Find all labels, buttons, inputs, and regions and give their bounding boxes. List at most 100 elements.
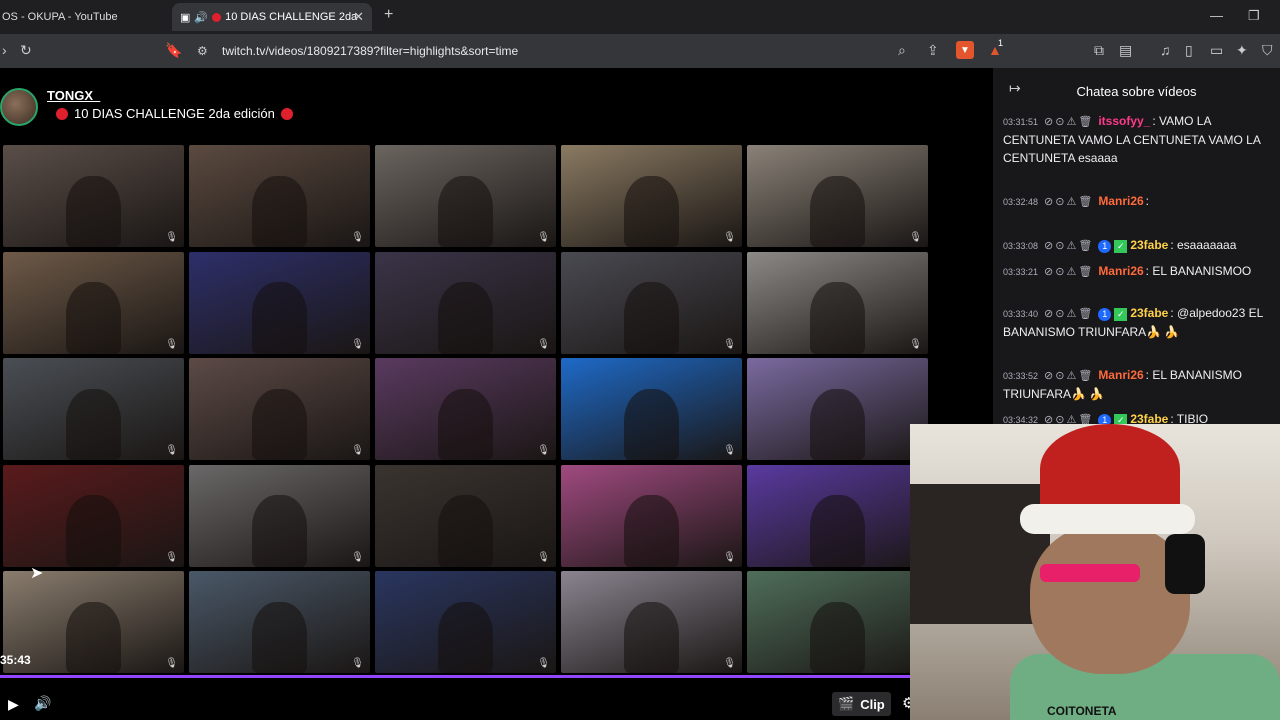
- stream-title-text: 10 DIAS CHALLENGE 2da edición: [74, 106, 275, 121]
- stream-title: 10 DIAS CHALLENGE 2da edición: [50, 106, 299, 121]
- participant-video: 🎙: [3, 358, 184, 460]
- play-button[interactable]: ▶: [8, 696, 19, 713]
- speaker-icon[interactable]: 🔊: [194, 11, 208, 24]
- chat-username[interactable]: Manri26: [1098, 194, 1143, 208]
- new-tab-button[interactable]: +: [384, 6, 393, 24]
- wallet-icon[interactable]: ▭: [1210, 42, 1223, 59]
- streamer-name[interactable]: TONGX_: [47, 88, 100, 103]
- browser-tab-bar: OS - OKUPA - YouTube ▣ 🔊 10 DIAS CHALLEN…: [0, 0, 1280, 34]
- share-icon[interactable]: ⇪: [927, 42, 939, 59]
- participant-silhouette: [810, 175, 865, 247]
- participant-silhouette: [66, 175, 121, 247]
- chat-username[interactable]: 23fabe: [1130, 238, 1168, 252]
- participant-video: 🎙: [375, 464, 556, 567]
- extensions-icon[interactable]: ⧉: [1094, 42, 1104, 59]
- participant-silhouette: [252, 175, 307, 247]
- chat-username[interactable]: itssofyy_: [1098, 114, 1150, 128]
- twitch-icon: ▣: [180, 11, 191, 24]
- mic-icon: 🎙: [723, 658, 736, 669]
- tab-search-icon[interactable]: ▤: [1119, 42, 1132, 59]
- santa-hat: [1040, 424, 1180, 514]
- mic-icon: 🎙: [351, 338, 364, 350]
- participant-video: 🎙: [561, 251, 742, 354]
- chat-username[interactable]: 23fabe: [1130, 306, 1168, 320]
- participant-video: 🎙: [747, 358, 928, 460]
- red-circle-icon: [56, 107, 68, 120]
- player-controls: ▶ 🔊 🎬 Clip ⚙ ▭ ⤢: [0, 688, 992, 720]
- mic-icon: 🎙: [723, 551, 736, 563]
- chat-message: 03:31:51 ⊘⊙⚠🗑 itssofyy_: VAMO LA CENTUNETA…: [1003, 112, 1278, 167]
- music-icon[interactable]: ♫: [1160, 42, 1171, 58]
- mic-icon: 🎙: [537, 658, 550, 669]
- chat-panel: ↦ Chatea sobre vídeos 03:31:51 ⊘⊙⚠🗑 itssof…: [993, 68, 1280, 428]
- chat-timestamp: 03:33:08: [1003, 241, 1039, 251]
- participant-video: 🎙: [3, 251, 184, 354]
- participant-video: 🎙: [189, 251, 370, 354]
- participant-silhouette: [66, 282, 121, 354]
- sidebar-icon[interactable]: ▯: [1185, 42, 1193, 59]
- mic-icon: 🎙: [909, 338, 922, 350]
- moderation-icons[interactable]: ⊘⊙⚠🗑: [1044, 308, 1094, 320]
- chat-message: 03:33:40 ⊘⊙⚠🗑 1 ✓ 23fabe: @alpedoo23 EL BANA…: [1003, 304, 1278, 341]
- participant-silhouette: [438, 388, 493, 460]
- restore-button[interactable]: ❐: [1248, 8, 1260, 24]
- participant-silhouette: [810, 282, 865, 354]
- participant-silhouette: [252, 282, 307, 354]
- participant-video: 🎙: [561, 571, 742, 673]
- participant-silhouette: [810, 601, 865, 673]
- progress-bar[interactable]: [0, 675, 910, 678]
- participant-video: 🎙: [375, 571, 556, 673]
- mic-icon: 🎙: [165, 338, 178, 350]
- participant-video: 🎙: [189, 145, 370, 247]
- chat-timestamp: 03:31:51: [1003, 117, 1039, 127]
- site-info-icon[interactable]: ⚙: [197, 44, 208, 58]
- chat-username[interactable]: Manri26: [1098, 368, 1143, 382]
- red-circle-icon: [280, 107, 293, 120]
- moderation-icons[interactable]: ⊘⊙⚠🗑: [1044, 116, 1094, 128]
- participant-video: 🎙: [189, 571, 370, 673]
- minimize-button[interactable]: —: [1210, 8, 1223, 23]
- mic-icon: 🎙: [909, 232, 922, 243]
- mic-icon: 🎙: [537, 338, 550, 350]
- chat-title: Chatea sobre vídeos: [1076, 84, 1197, 99]
- chat-timestamp: 03:32:48: [1003, 197, 1039, 207]
- zoom-icon[interactable]: ⌕: [898, 42, 906, 59]
- mic-icon: 🎙: [537, 551, 550, 563]
- leo-icon[interactable]: ✦: [1236, 42, 1248, 59]
- brave-shield-icon[interactable]: ▼: [956, 41, 974, 59]
- forward-icon[interactable]: ›: [2, 42, 7, 58]
- bookmark-icon[interactable]: 🔖: [165, 42, 182, 59]
- tab-youtube[interactable]: OS - OKUPA - YouTube: [0, 3, 170, 31]
- sub-badge-icon: 1: [1098, 308, 1112, 321]
- participants-grid: 🎙🎙🎙🎙🎙🎙🎙🎙🎙🎙🎙🎙🎙🎙🎙🎙🎙🎙🎙🎙🎙🎙🎙🎙🎙: [3, 145, 931, 675]
- participant-silhouette: [624, 601, 679, 673]
- pink-glasses: [1040, 564, 1140, 582]
- santa-hat-brim: [1020, 504, 1195, 534]
- chat-message: 03:33:21 ⊘⊙⚠🗑 Manri26: EL BANANISMOO: [1003, 262, 1278, 281]
- moderation-icons[interactable]: ⊘⊙⚠🗑: [1044, 196, 1094, 208]
- participant-video: 🎙: [561, 358, 742, 460]
- tab-twitch[interactable]: ▣ 🔊 10 DIAS CHALLENGE 2da ✕: [172, 3, 372, 31]
- url-field[interactable]: twitch.tv/videos/1809217389?filter=highl…: [222, 44, 518, 58]
- moderation-icons[interactable]: ⊘⊙⚠🗑: [1044, 266, 1094, 278]
- video-player[interactable]: TONGX_ 10 DIAS CHALLENGE 2da edición 🎙 🎙 🎙…: [0, 68, 992, 720]
- clip-button[interactable]: 🎬 Clip: [832, 692, 891, 716]
- reload-icon[interactable]: ↻: [20, 42, 32, 59]
- participant-video: 🎙: [3, 464, 184, 567]
- chat-text: : esaaaaaaa: [1170, 238, 1237, 252]
- tab-label: 10 DIAS CHALLENGE 2da: [225, 11, 358, 23]
- vpn-icon[interactable]: ⛉: [1262, 42, 1273, 59]
- moderation-icons[interactable]: ⊘⊙⚠🗑: [1044, 240, 1094, 252]
- participant-video: 🎙: [3, 145, 184, 247]
- participant-silhouette: [438, 175, 493, 247]
- mic-icon: 🎙: [723, 445, 736, 456]
- mic-icon: 🎙: [537, 232, 550, 243]
- participant-silhouette: [252, 388, 307, 460]
- streamer-avatar[interactable]: [0, 88, 38, 126]
- volume-button[interactable]: 🔊: [34, 695, 51, 712]
- headset: [1165, 534, 1205, 594]
- moderation-icons[interactable]: ⊘⊙⚠🗑: [1044, 370, 1094, 382]
- close-tab-icon[interactable]: ✕: [353, 9, 364, 25]
- chat-username[interactable]: Manri26: [1098, 264, 1143, 278]
- mic-icon: 🎙: [351, 658, 364, 669]
